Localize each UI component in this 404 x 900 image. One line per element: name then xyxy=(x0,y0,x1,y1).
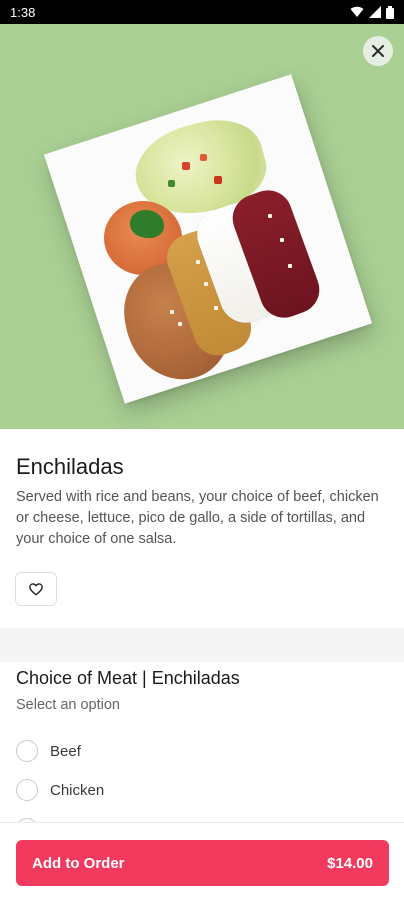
wifi-icon xyxy=(350,6,364,17)
signal-icon xyxy=(369,6,381,18)
options-title: Choice of Meat | Enchiladas xyxy=(16,668,240,688)
cheese-crumb xyxy=(214,306,218,310)
item-info: Enchiladas Served with rice and beans, y… xyxy=(0,429,404,628)
section-divider xyxy=(0,628,404,662)
order-price: $14.00 xyxy=(327,854,373,872)
item-description: Served with rice and beans, your choice … xyxy=(16,489,379,547)
food-photo xyxy=(0,24,404,429)
cheese-crumb xyxy=(204,282,208,286)
cheese-crumb xyxy=(170,310,174,314)
option-label: Chicken xyxy=(50,781,105,799)
option-label: Beef xyxy=(50,742,81,760)
favorite-button[interactable] xyxy=(15,572,57,606)
cilantro-garnish xyxy=(130,210,164,238)
add-to-order-label: Add to Order xyxy=(32,854,125,872)
close-button[interactable] xyxy=(363,36,393,66)
order-footer: Add to Order $14.00 xyxy=(0,822,404,900)
pico-de-gallo xyxy=(200,154,207,161)
cheese-crumb xyxy=(196,260,200,264)
radio-button[interactable] xyxy=(16,740,38,762)
cheese-crumb xyxy=(288,264,292,268)
battery-icon xyxy=(386,5,394,19)
status-bar: 1:38 xyxy=(0,0,404,24)
pico-de-gallo xyxy=(168,180,175,187)
close-icon xyxy=(372,45,384,57)
option-beef[interactable]: Beef xyxy=(16,740,81,762)
item-title: Enchiladas xyxy=(16,454,124,479)
cheese-crumb xyxy=(280,238,284,242)
status-time: 1:38 xyxy=(10,4,36,20)
cheese-crumb xyxy=(268,214,272,218)
options-subtitle: Select an option xyxy=(16,697,120,713)
heart-icon xyxy=(29,582,43,595)
status-icons xyxy=(350,5,394,19)
pico-de-gallo xyxy=(214,176,222,184)
cheese-crumb xyxy=(178,322,182,326)
pico-de-gallo xyxy=(182,162,190,170)
option-chicken[interactable]: Chicken xyxy=(16,779,104,801)
add-to-order-button[interactable]: Add to Order $14.00 xyxy=(16,840,389,886)
meat-options-section: Choice of Meat | Enchiladas Select an op… xyxy=(0,662,404,822)
radio-button[interactable] xyxy=(16,779,38,801)
